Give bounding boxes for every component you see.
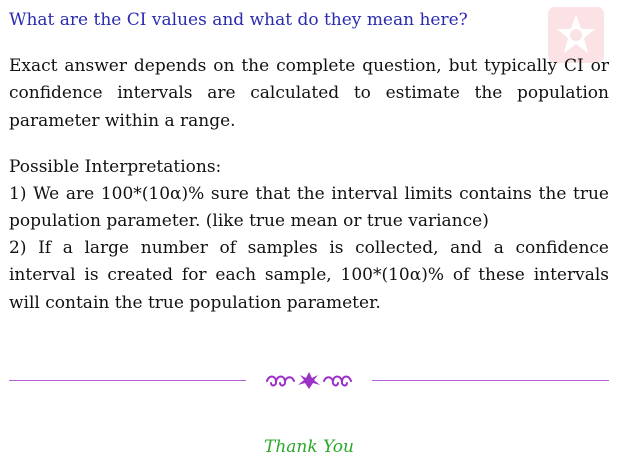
interpretation-item-2: 2) If a large number of samples is colle… — [9, 238, 609, 313]
divider-line-right — [372, 380, 609, 381]
thank-you-text: Thank You — [263, 437, 354, 457]
answer-paragraph: Exact answer depends on the complete que… — [9, 56, 609, 131]
floral-divider-icon — [264, 370, 354, 390]
question-heading: What are the CI values and what do they … — [9, 10, 468, 30]
interpretation-item-1: 1) We are 100*(10α)% sure that the inter… — [9, 184, 609, 232]
interpretations-title: Possible Interpretations: — [9, 157, 222, 177]
divider-line-left — [9, 380, 246, 381]
